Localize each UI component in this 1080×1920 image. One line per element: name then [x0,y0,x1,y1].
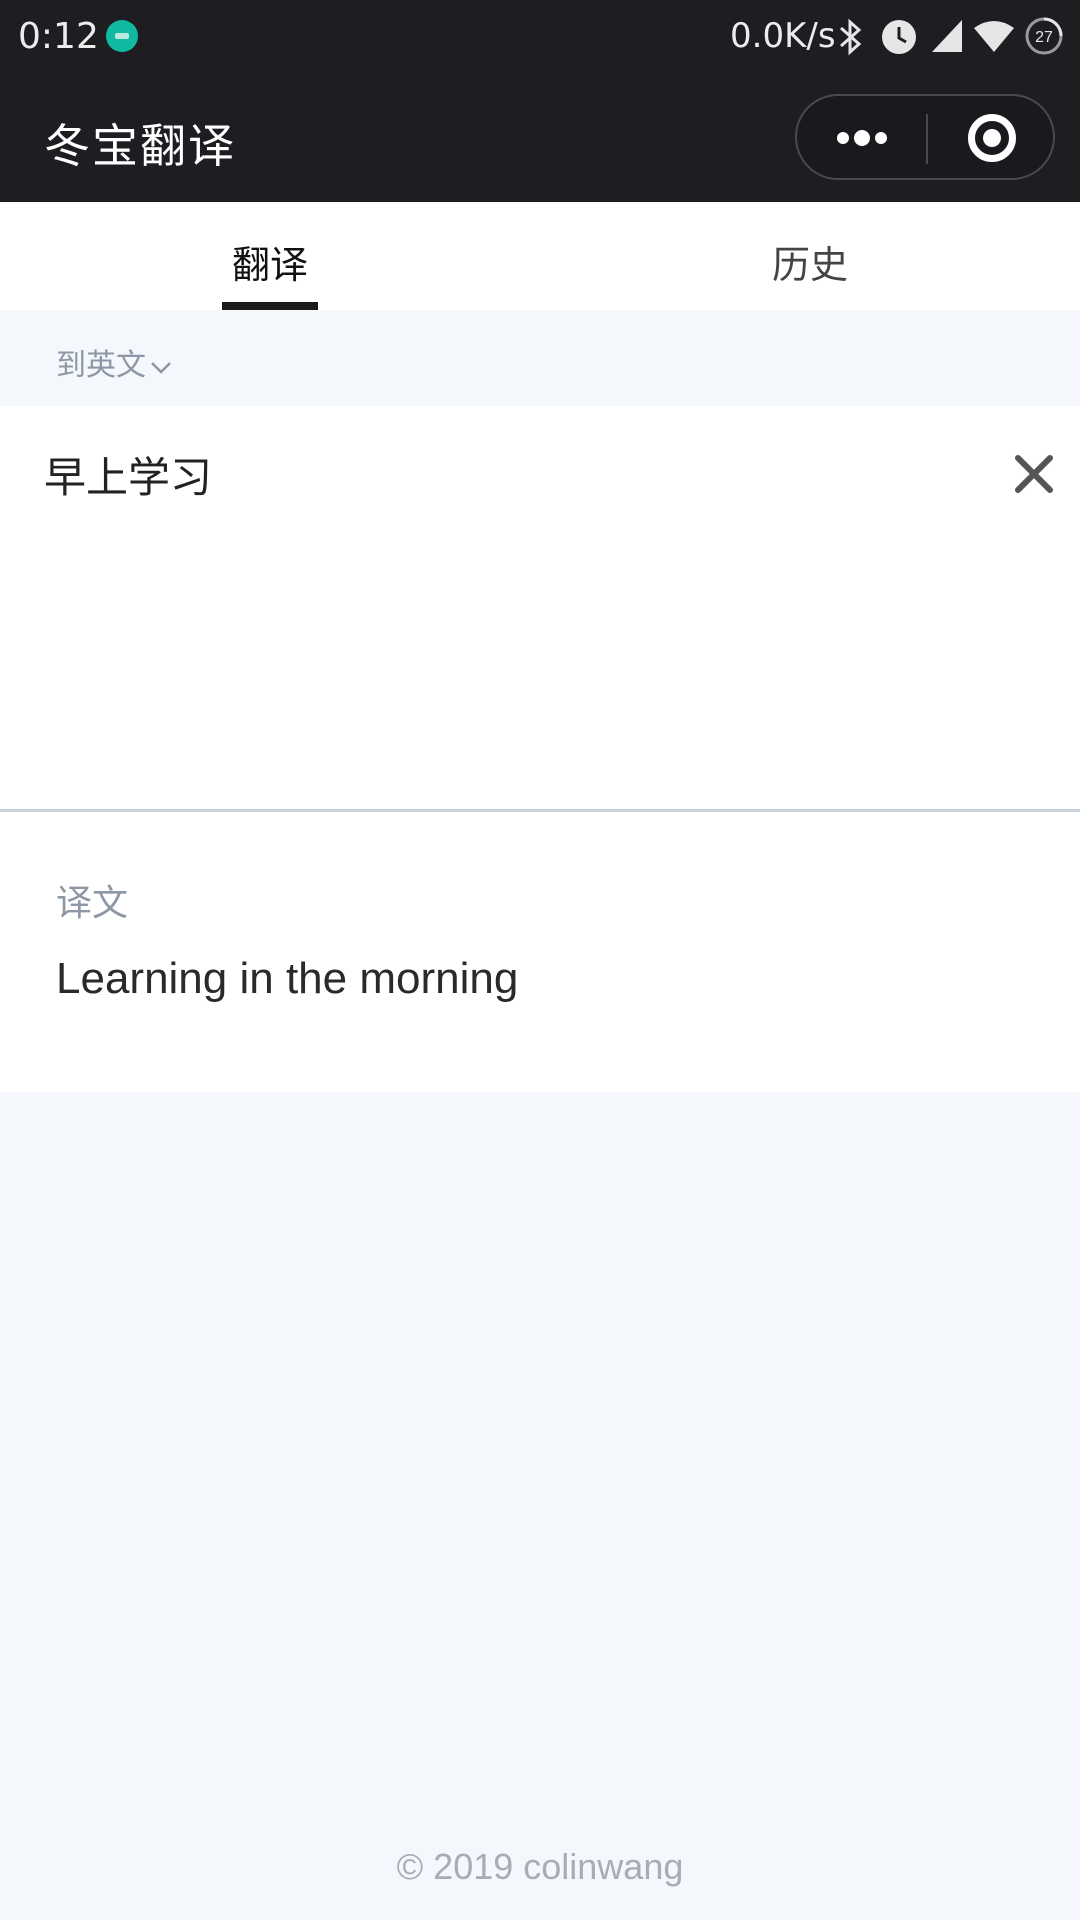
bluetooth-icon [838,18,864,65]
result-text: Learning in the morning [56,954,519,1003]
target-language-select[interactable]: 到英文 [56,340,172,384]
close-icon [1015,455,1053,493]
tab-history[interactable]: 历史 [540,202,1080,310]
result-label: 译文 [56,883,129,924]
battery-level: 27 [1035,29,1053,46]
miniprogram-capsule [795,94,1055,180]
network-speed: 0.0K/s [730,16,836,56]
copyright-footer: © 2019 colinwang [396,1846,684,1887]
tab-history-label: 历史 [771,243,848,287]
source-text: 早上学习 [44,453,213,502]
tab-translate[interactable]: 翻译 [0,202,540,310]
language-bar: 到英文 [0,310,1080,406]
app-notification-icon [106,20,138,52]
battery-icon: 27 [1024,16,1064,65]
alarm-icon [880,18,918,65]
app-title: 冬宝翻译 [44,119,236,173]
status-time: 0:12 [18,16,99,57]
tab-bar: 翻译 历史 [0,202,1080,310]
clear-button[interactable] [1004,444,1064,504]
status-bar: 0:12 0.0K/s 27 [0,0,1080,74]
target-language-label: 到英文 [56,348,146,383]
title-bar: 冬宝翻译 [0,74,1080,202]
tab-translate-label: 翻译 [231,243,308,287]
more-options-button[interactable] [797,96,926,178]
more-dots-icon [837,132,849,144]
wifi-icon [972,20,1016,63]
chevron-down-icon [150,361,172,375]
active-tab-indicator [222,302,318,310]
translation-result: 译文 Learning in the morning [0,812,1080,1092]
source-input-area[interactable]: 早上学习 [0,406,1080,812]
exit-miniprogram-button[interactable] [928,96,1055,178]
signal-icon [930,18,964,63]
